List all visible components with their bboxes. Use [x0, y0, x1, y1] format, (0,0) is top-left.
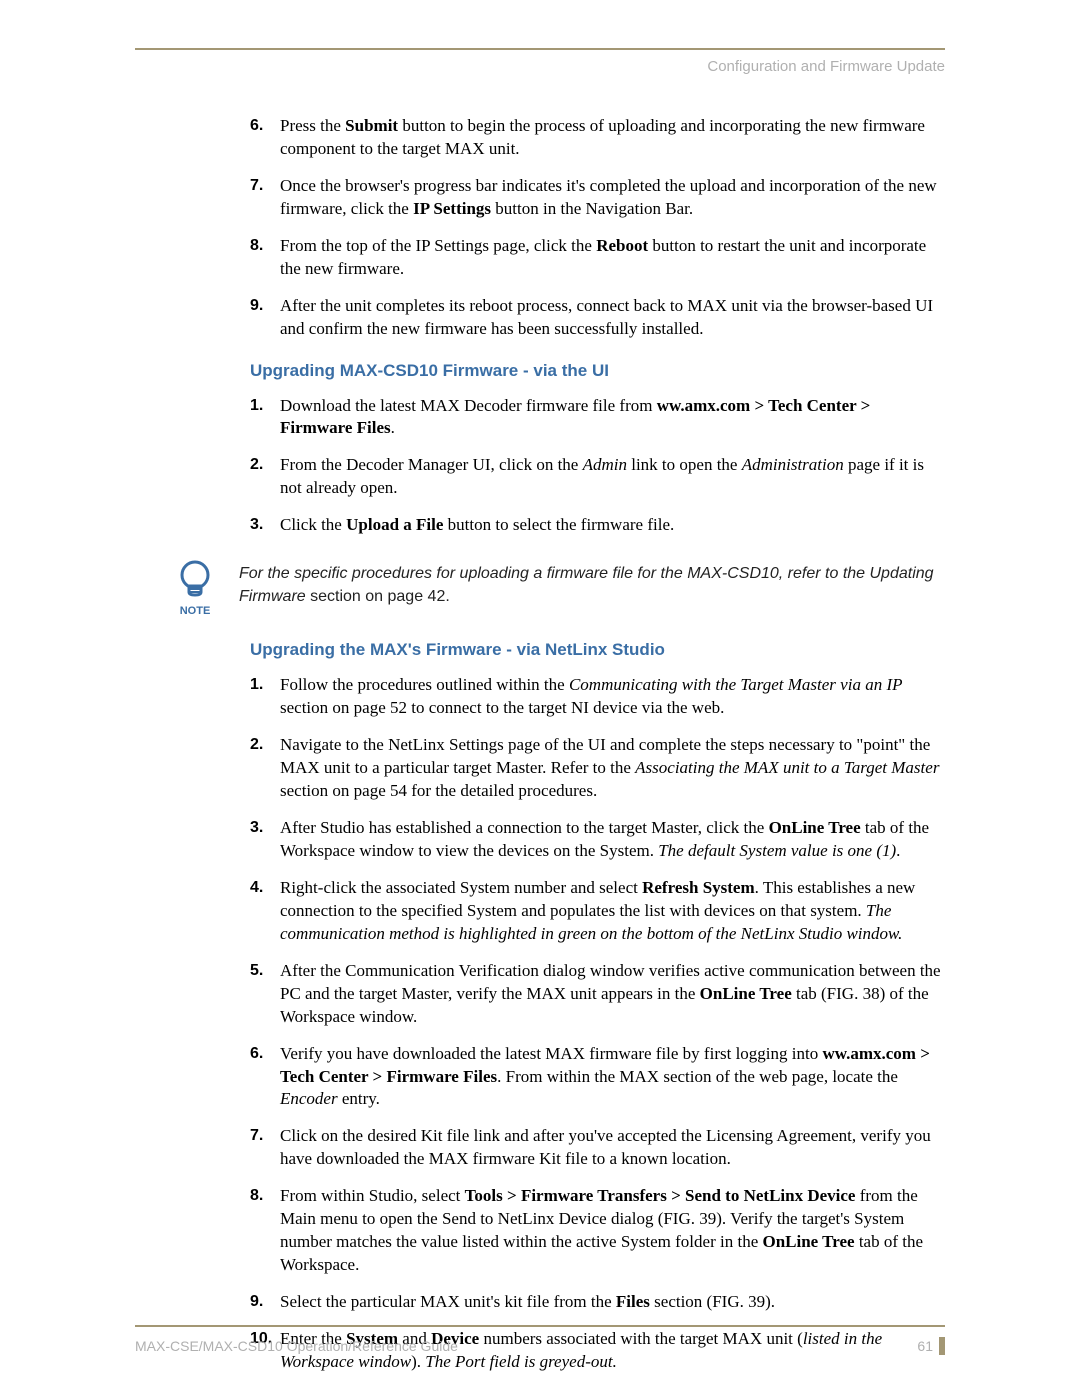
step-number: 3.: [250, 817, 263, 839]
step-8: 8. From within Studio, select Tools > Fi…: [250, 1185, 945, 1277]
step-text: Click on the desired Kit file link and a…: [280, 1126, 931, 1168]
heading-upgrade-csd10-ui: Upgrading MAX-CSD10 Firmware - via the U…: [250, 361, 945, 381]
step-text: After the unit completes its reboot proc…: [280, 296, 933, 338]
steps-csd10-ui: 1. Download the latest MAX Decoder firmw…: [250, 395, 945, 538]
step-7: 7. Once the browser's progress bar indic…: [250, 175, 945, 221]
note-block: NOTE For the specific procedures for upl…: [175, 559, 945, 618]
step-number: 2.: [250, 454, 263, 476]
step-9: 9. After the unit completes its reboot p…: [250, 295, 945, 341]
heading-upgrade-netlinx: Upgrading the MAX's Firmware - via NetLi…: [250, 640, 945, 660]
step-number: 9.: [250, 295, 263, 317]
step-number: 8.: [250, 1185, 263, 1207]
step-text: Select the particular MAX unit's kit fil…: [280, 1292, 775, 1311]
running-header: Configuration and Firmware Update: [135, 58, 945, 75]
step-text: Follow the procedures outlined within th…: [280, 675, 903, 717]
step-number: 6.: [250, 115, 263, 137]
step-number: 2.: [250, 734, 263, 756]
step-8: 8. From the top of the IP Settings page,…: [250, 235, 945, 281]
step-2: 2. Navigate to the NetLinx Settings page…: [250, 734, 945, 803]
step-text: Click the Upload a File button to select…: [280, 515, 674, 534]
step-text: From the Decoder Manager UI, click on th…: [280, 455, 924, 497]
step-text: Right-click the associated System number…: [280, 878, 915, 943]
footer-accent-icon: [939, 1337, 945, 1355]
step-text: Navigate to the NetLinx Settings page of…: [280, 735, 939, 800]
step-7: 7. Click on the desired Kit file link an…: [250, 1125, 945, 1171]
step-6: 6. Verify you have downloaded the latest…: [250, 1043, 945, 1112]
page: Configuration and Firmware Update 6. Pre…: [0, 0, 1080, 1397]
footer: MAX-CSE/MAX-CSD10 Operation/Reference Gu…: [135, 1325, 945, 1355]
lightbulb-icon: [175, 559, 215, 603]
step-text: After the Communication Verification dia…: [280, 961, 941, 1026]
step-3: 3. Click the Upload a File button to sel…: [250, 514, 945, 537]
step-number: 7.: [250, 175, 263, 197]
step-text: From within Studio, select Tools > Firmw…: [280, 1186, 923, 1274]
step-number: 1.: [250, 395, 263, 417]
step-number: 6.: [250, 1043, 263, 1065]
step-5: 5. After the Communication Verification …: [250, 960, 945, 1029]
step-text: From the top of the IP Settings page, cl…: [280, 236, 926, 278]
footer-doc-title: MAX-CSE/MAX-CSD10 Operation/Reference Gu…: [135, 1338, 458, 1354]
step-text: Once the browser's progress bar indicate…: [280, 176, 937, 218]
note-text: For the specific procedures for uploadin…: [239, 559, 945, 608]
step-6: 6. Press the Submit button to begin the …: [250, 115, 945, 161]
main-content: 6. Press the Submit button to begin the …: [250, 115, 945, 1374]
step-9: 9. Select the particular MAX unit's kit …: [250, 1291, 945, 1314]
step-number: 1.: [250, 674, 263, 696]
step-1: 1. Download the latest MAX Decoder firmw…: [250, 395, 945, 441]
step-2: 2. From the Decoder Manager UI, click on…: [250, 454, 945, 500]
footer-page-number: 61: [917, 1337, 945, 1355]
step-text: Verify you have downloaded the latest MA…: [280, 1044, 930, 1109]
note-icon: NOTE: [175, 559, 215, 618]
step-number: 3.: [250, 514, 263, 536]
step-1: 1. Follow the procedures outlined within…: [250, 674, 945, 720]
step-number: 8.: [250, 235, 263, 257]
footer-rule: [135, 1325, 945, 1327]
step-3: 3. After Studio has established a connec…: [250, 817, 945, 863]
step-text: Download the latest MAX Decoder firmware…: [280, 396, 870, 438]
step-number: 4.: [250, 877, 263, 899]
step-number: 5.: [250, 960, 263, 982]
steps-netlinx: 1. Follow the procedures outlined within…: [250, 674, 945, 1373]
step-number: 7.: [250, 1125, 263, 1147]
step-4: 4. Right-click the associated System num…: [250, 877, 945, 946]
step-text: After Studio has established a connectio…: [280, 818, 929, 860]
steps-continued: 6. Press the Submit button to begin the …: [250, 115, 945, 341]
step-text: Press the Submit button to begin the pro…: [280, 116, 925, 158]
step-number: 9.: [250, 1291, 263, 1313]
top-rule: [135, 48, 945, 50]
note-label: NOTE: [180, 605, 211, 617]
